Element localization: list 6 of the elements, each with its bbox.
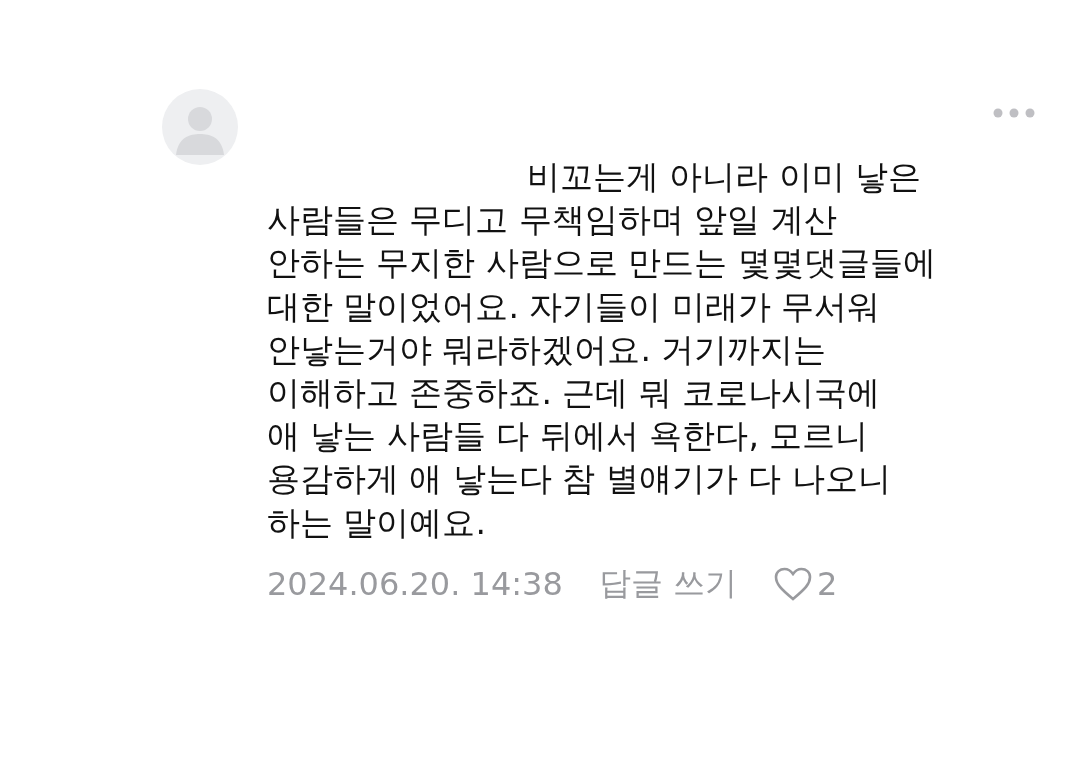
reply-button[interactable]: 답글 쓰기 bbox=[598, 561, 737, 606]
avatar-icon bbox=[162, 89, 238, 165]
more-icon[interactable] bbox=[993, 108, 1035, 118]
like-button[interactable]: 2 bbox=[772, 564, 838, 603]
timestamp: 2024.06.20. 14:38 bbox=[267, 564, 563, 603]
comment-text: 비꼬는게 아니라 이미 낳은 사람들은 무디고 무책임하며 앞일 계산 안하는 무지한 사람으로 만드는 몇몇댓글들에 대한 말이었어요. 자기들이 미래가 무서워 안낳는거야 뭐라하겠어요. 거기까지는 이해하고 존중하죠. 근데 뭐 코로나시국에 애 낳는 사람들 다 뒤에서 욕한다, 모르니 용감하게 애 낳는다 참 별얘기가 다 나오니 하는 말이예요. bbox=[267, 156, 937, 544]
